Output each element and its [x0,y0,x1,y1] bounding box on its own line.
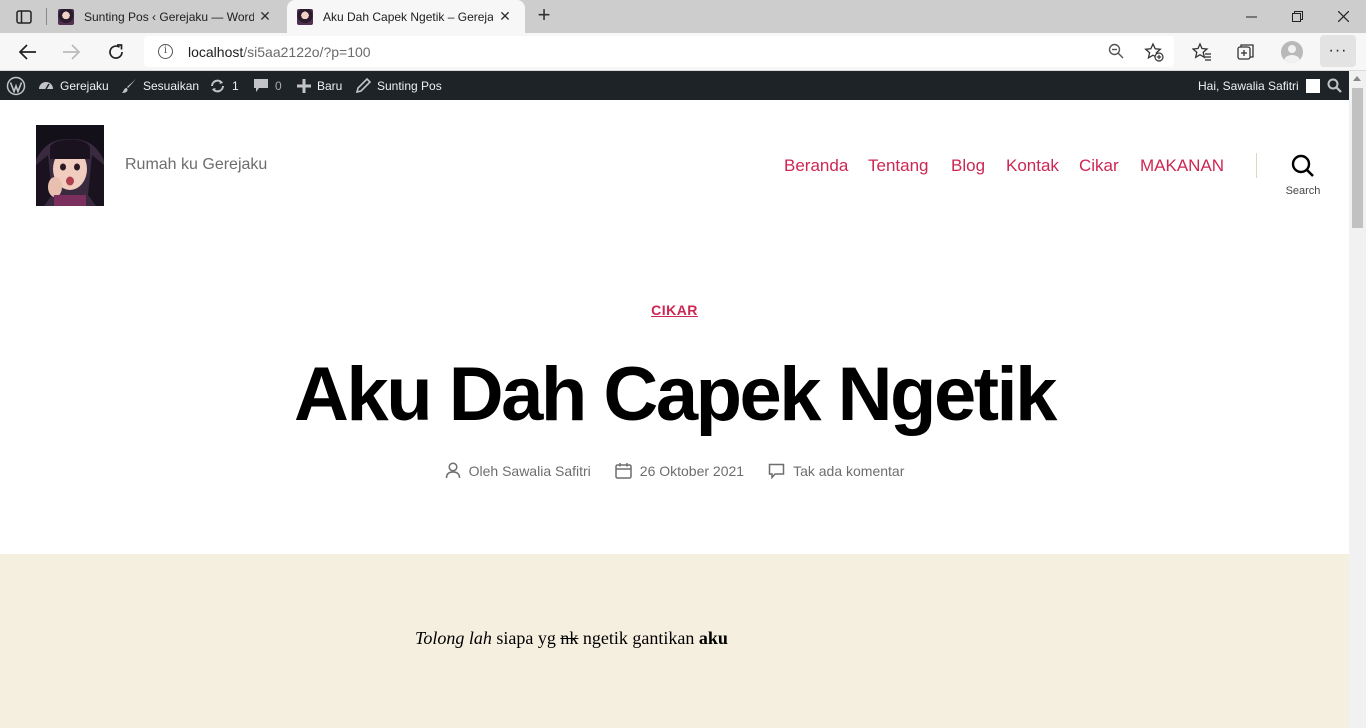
admin-greeting: Hai, Sawalia Safitri [1198,78,1299,93]
search-label: Search [1285,185,1321,197]
close-window-button[interactable] [1320,0,1366,33]
menu-item-kontak[interactable]: Kontak [1006,156,1059,176]
post-date-text: 26 Oktober 2021 [639,462,745,479]
admin-site-name: Gerejaku [60,78,109,93]
tab-current-post[interactable]: Aku Dah Capek Ngetik – Gerejaku ✕ [287,0,525,33]
admin-edit-post-link[interactable]: Sunting Pos [356,71,442,100]
user-icon [445,462,461,479]
menu-item-tentang[interactable]: Tentang [868,156,929,176]
site-favicon-icon [297,8,313,25]
pencil-icon [356,78,371,93]
close-tab-icon[interactable]: ✕ [257,8,273,24]
comment-bubble-icon [768,463,785,479]
tab-separator [46,8,47,25]
scrollbar-thumb[interactable] [1352,88,1363,228]
tab-title: Sunting Pos ‹ Gerejaku — WordPress [84,9,254,24]
tab-edit-post[interactable]: Sunting Pos ‹ Gerejaku — WordPress ✕ [48,0,285,33]
plus-icon [297,78,311,93]
collections-icon[interactable] [1232,38,1260,66]
zoom-out-icon[interactable] [1108,43,1124,64]
menu-item-cikar[interactable]: Cikar [1079,156,1119,176]
italic-text: Tolong lah [415,628,492,648]
favorites-icon[interactable] [1188,38,1216,66]
address-bar[interactable]: i localhost/si5aa2122o/?p=100 [144,36,1174,67]
menu-item-makanan[interactable]: MAKANAN [1140,156,1224,176]
browser-toolbar: i localhost/si5aa2122o/?p=100 ··· [0,33,1366,71]
add-favorite-icon[interactable] [1144,42,1164,67]
more-options-button[interactable]: ··· [1320,35,1356,67]
admin-site-link[interactable]: Gerejaku [38,71,109,100]
new-tab-button[interactable]: + [533,4,555,27]
menu-item-blog[interactable]: Blog [951,156,985,176]
admin-updates-count: 1 [232,78,239,93]
back-icon[interactable] [13,37,43,67]
admin-new-link[interactable]: Baru [297,71,342,100]
post-category: CIKAR [0,302,1349,320]
post-author[interactable]: Oleh Sawalia Safitri [445,462,591,479]
url-path: /si5aa2122o/?p=100 [243,44,371,60]
site-description: Rumah ku Gerejaku [125,156,268,173]
profile-icon[interactable] [1278,38,1306,66]
wordpress-icon[interactable] [6,71,26,100]
url-host: localhost [188,44,244,60]
dashboard-icon [38,78,54,94]
update-icon [209,78,226,94]
post-comments-text: Tak ada komentar [793,462,905,479]
page-scrollbar[interactable] [1349,71,1366,728]
calendar-icon [615,462,632,479]
admin-comments-count: 0 [275,78,282,93]
brush-icon [121,78,137,94]
admin-search-icon[interactable] [1327,71,1342,100]
restore-button[interactable] [1274,0,1320,33]
admin-updates-link[interactable]: 1 [209,71,239,100]
close-tab-icon[interactable]: ✕ [497,8,513,24]
admin-new-label: Baru [317,78,343,93]
reload-icon[interactable] [101,37,131,67]
admin-comments-link[interactable]: 0 [253,71,282,100]
user-avatar [1305,78,1320,93]
scroll-up-arrow-icon[interactable] [1353,76,1361,81]
site-favicon-icon [58,8,74,25]
post-meta: Oleh Sawalia Safitri 26 Oktober 2021 Tak… [0,462,1349,479]
admin-edit-post-label: Sunting Pos [377,78,442,93]
admin-account-link[interactable]: Hai, Sawalia Safitri [1198,71,1320,100]
body-text: siapa yg [491,628,561,648]
minimize-button[interactable] [1228,0,1274,33]
browser-tab-strip: Sunting Pos ‹ Gerejaku — WordPress ✕ Aku… [0,0,1366,33]
post-body-paragraph: Tolong lah siapa yg nk ngetik gantikan a… [415,628,728,649]
menu-divider [1256,153,1257,178]
body-text: ngetik gantikan [578,628,699,648]
bold-text: aku [698,628,728,648]
admin-customize-label: Sesuaikan [143,78,200,93]
url-text[interactable]: localhost/si5aa2122o/?p=100 [188,44,371,60]
search-icon [1291,154,1315,182]
post-date[interactable]: 26 Oktober 2021 [615,462,744,479]
post-author-text: Oleh Sawalia Safitri [468,462,591,479]
tab-title: Aku Dah Capek Ngetik – Gerejaku [323,9,493,24]
admin-customize-link[interactable]: Sesuaikan [121,71,199,100]
wp-admin-bar: Gerejaku Sesuaikan 1 0 Baru Sunting Pos … [0,71,1366,100]
menu-item-beranda[interactable]: Beranda [784,156,848,176]
page-content: Rumah ku Gerejaku Beranda Tentang Blog K… [0,100,1349,728]
comment-icon [253,78,269,93]
post-title: Aku Dah Capek Ngetik [294,352,1057,437]
sidebar-icon[interactable] [0,0,47,33]
strikethrough-text: nk [560,628,579,648]
search-toggle-button[interactable]: Search [1278,154,1328,198]
info-icon[interactable]: i [158,44,173,59]
site-logo[interactable] [36,125,104,206]
post-comments[interactable]: Tak ada komentar [768,462,904,479]
category-link[interactable]: CIKAR [651,302,698,318]
forward-icon[interactable] [56,37,86,67]
